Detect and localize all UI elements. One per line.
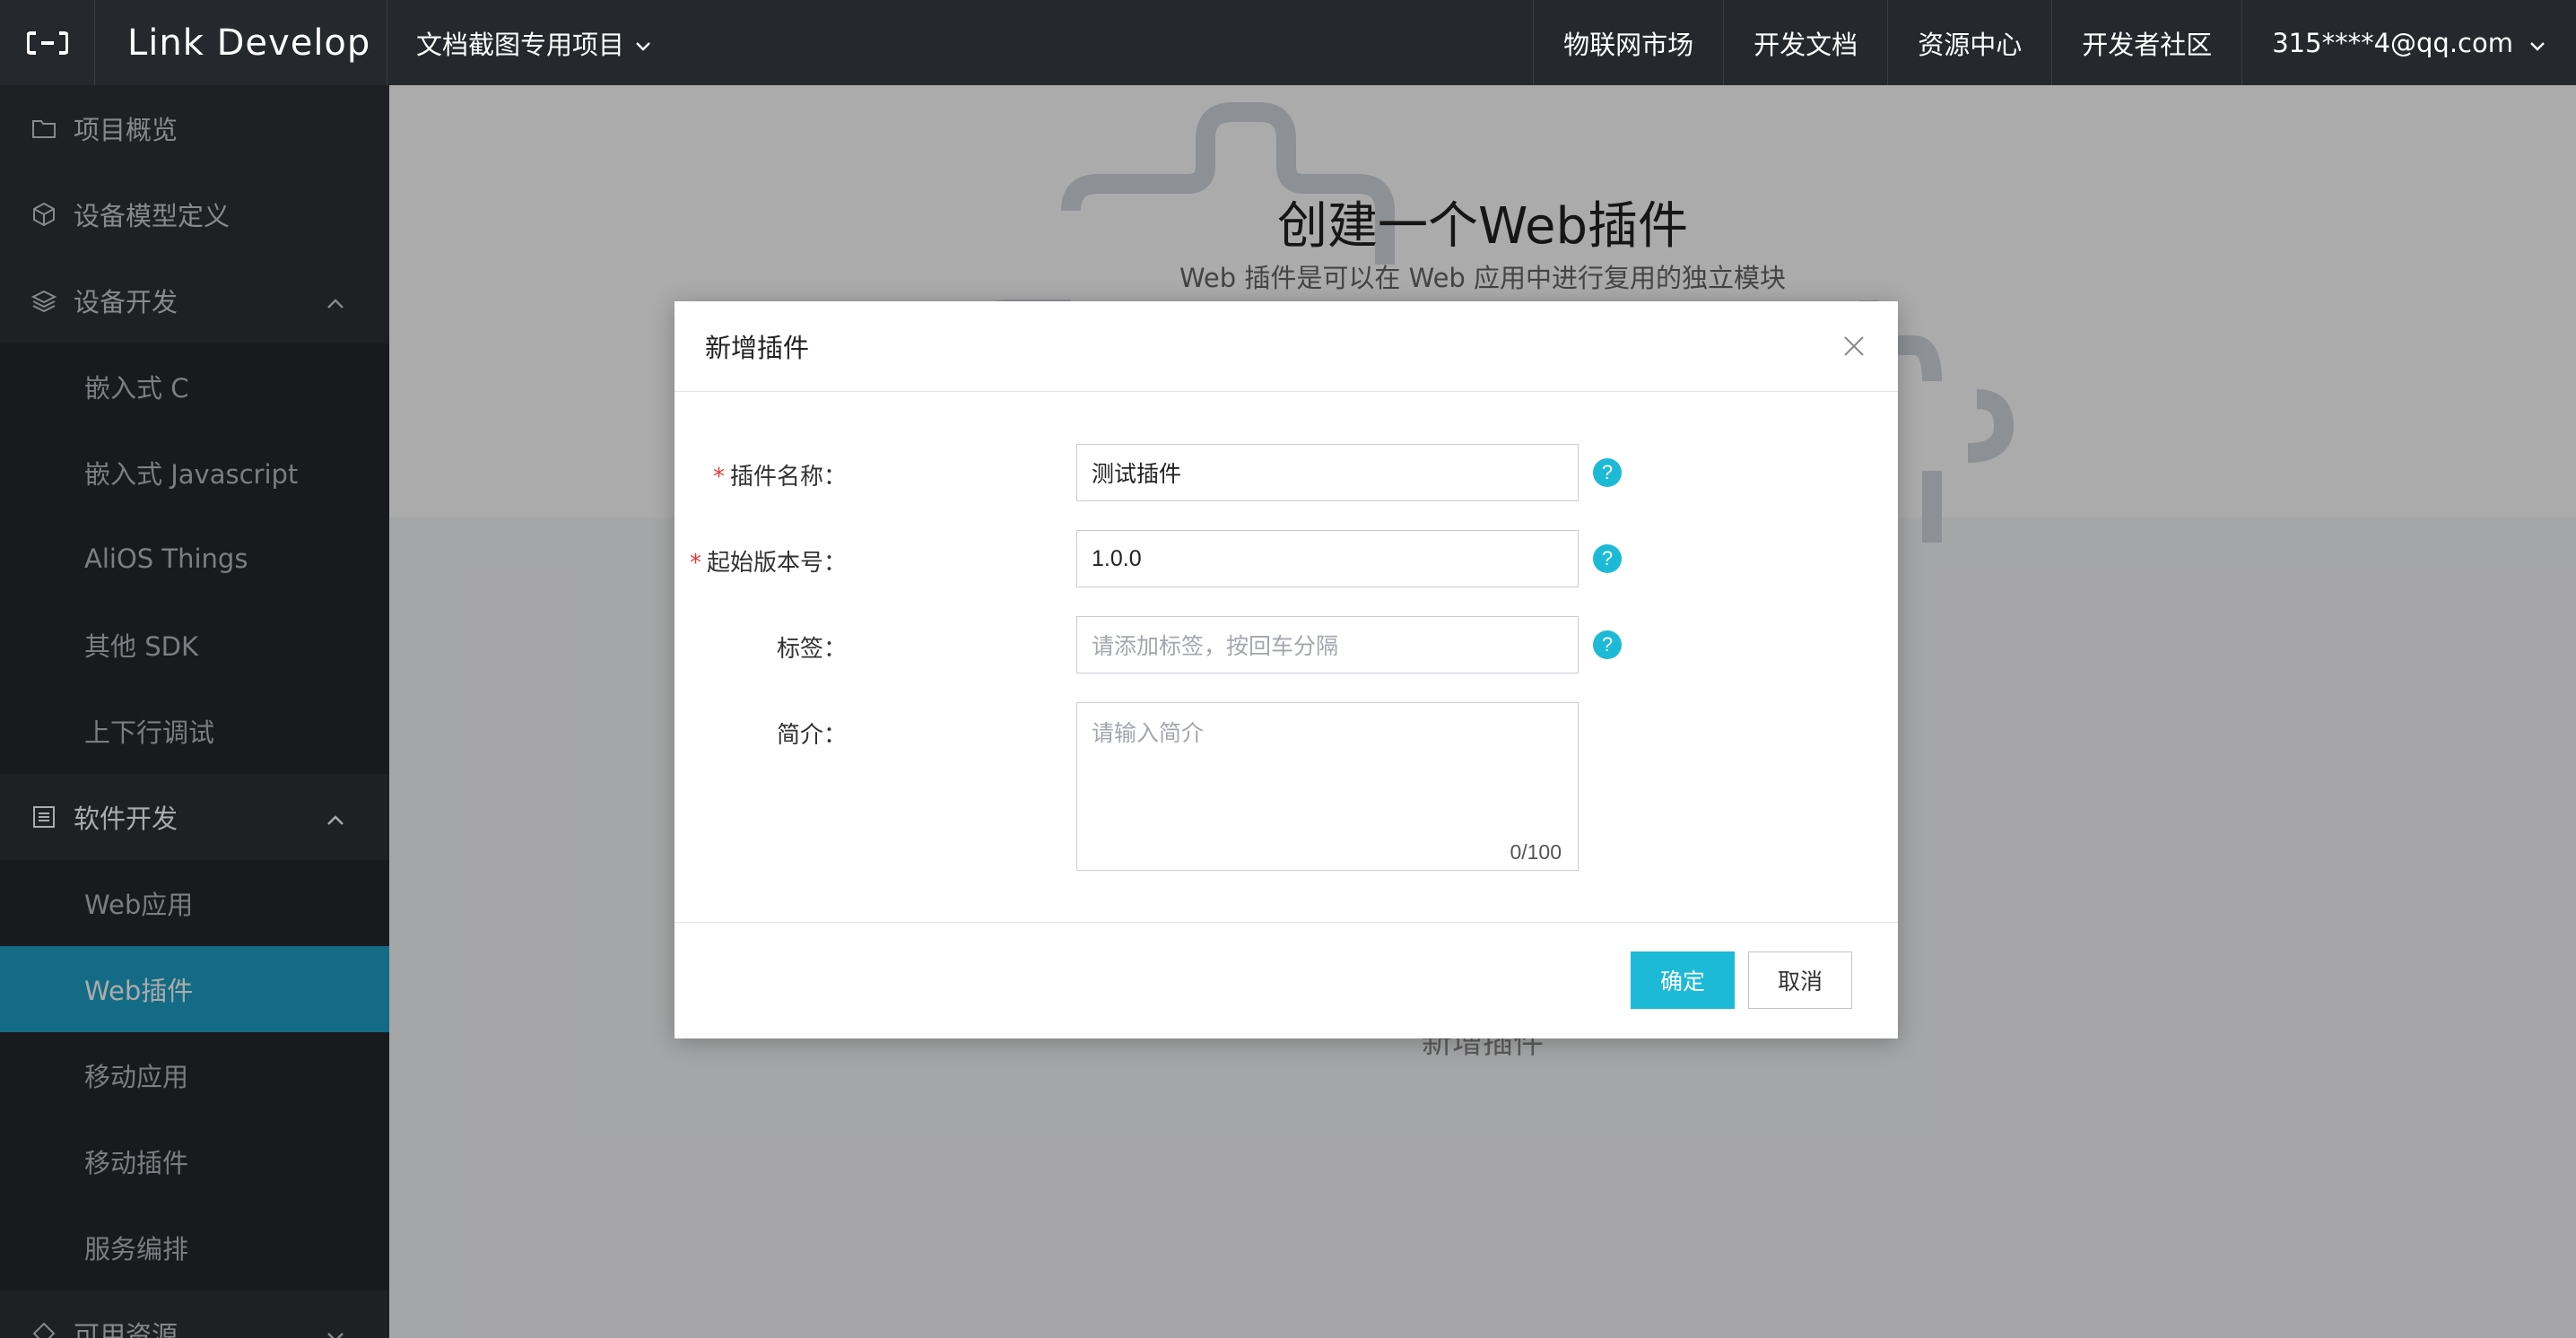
link-develop-logo-icon[interactable] <box>0 0 95 85</box>
dialog-header: 新增插件 <box>674 301 1898 392</box>
chevron-down-icon <box>2529 28 2546 58</box>
dialog-footer: 确定 取消 <box>674 922 1898 1038</box>
add-plugin-dialog: 新增插件 * 插件名称： 测试插件 ? * 起始版本号： 1.0.0 ? 标签： 请… <box>674 301 1898 1038</box>
confirm-button[interactable]: 确定 <box>1631 951 1735 1009</box>
field-label: * 插件名称： <box>712 464 847 491</box>
field-label: 标签： <box>776 636 847 663</box>
dialog-title: 新增插件 <box>705 333 810 363</box>
close-icon[interactable] <box>1841 333 1867 360</box>
field-label: * 起始版本号： <box>689 550 847 577</box>
nav-resource-center[interactable]: 资源中心 <box>1887 0 2051 85</box>
help-icon[interactable]: ? <box>1593 544 1622 573</box>
intro-textarea[interactable]: 请输入简介 0/100 <box>1076 702 1579 871</box>
version-input[interactable]: 1.0.0 <box>1076 530 1579 587</box>
nav-docs[interactable]: 开发文档 <box>1723 0 1887 85</box>
plugin-name-input[interactable]: 测试插件 <box>1076 444 1579 501</box>
brand-name[interactable]: Link Develop <box>95 0 387 85</box>
chevron-down-icon <box>635 28 651 58</box>
required-mark: * <box>689 550 701 577</box>
cancel-button[interactable]: 取消 <box>1748 951 1852 1009</box>
top-navigation-bar: Link Develop 文档截图专用项目 物联网市场 开发文档 资源中心 开发… <box>0 0 2576 85</box>
nav-developer-community[interactable]: 开发者社区 <box>2051 0 2241 85</box>
help-icon[interactable]: ? <box>1593 630 1622 659</box>
intro-placeholder: 请输入简介 <box>1092 720 1205 746</box>
help-icon[interactable]: ? <box>1593 458 1622 487</box>
user-email: 315****4@qq.com <box>2272 27 2513 58</box>
char-counter: 0/100 <box>1510 840 1562 864</box>
nav-iot-market[interactable]: 物联网市场 <box>1533 0 1723 85</box>
user-account-menu[interactable]: 315****4@qq.com <box>2241 0 2576 85</box>
tags-input[interactable]: 请添加标签，按回车分隔 <box>1076 616 1579 673</box>
project-selector[interactable]: 文档截图专用项目 <box>387 0 651 85</box>
field-label: 简介： <box>776 722 847 749</box>
required-mark: * <box>712 464 725 491</box>
project-name: 文档截图专用项目 <box>416 29 625 60</box>
